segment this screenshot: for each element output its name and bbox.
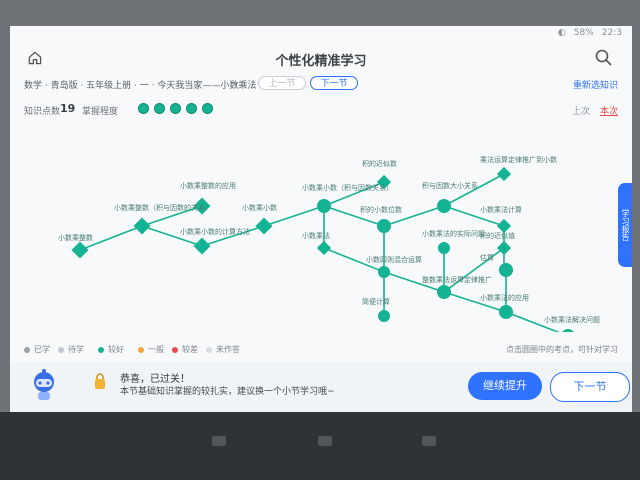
node-label: 估算 <box>480 253 494 262</box>
battery-text: 58% <box>573 28 594 38</box>
graph-node-12[interactable] <box>378 266 390 278</box>
graph-node-17[interactable] <box>499 263 513 277</box>
medal-icon <box>170 103 181 114</box>
legend-dot <box>58 346 64 353</box>
graph-node-5[interactable] <box>317 199 331 213</box>
node-label: 整数乘法运算定律推广 <box>422 275 492 284</box>
nav-button-back <box>212 436 226 446</box>
success-message: 本节基础知识掌握的较扎实，建议换一个小节学习哦~ <box>120 387 335 397</box>
medal-icon <box>186 103 197 114</box>
mastery-medals <box>138 103 213 114</box>
stats-row: 知识点数 19 掌握程度 上次 本次 <box>10 98 632 120</box>
graph-node-1[interactable] <box>133 217 151 235</box>
legend-item-tolearn: 待学 <box>58 344 84 355</box>
chevron-down-icon[interactable]: ⌄ <box>232 78 240 88</box>
graph-node-3[interactable] <box>193 237 211 255</box>
learning-report-tab[interactable]: 学习报告 <box>618 183 632 267</box>
reset-knowledge-button[interactable]: 重新选知识 <box>573 78 618 91</box>
node-label: 小数乘法 <box>302 231 330 240</box>
tablet-bottom-bezel <box>0 412 640 480</box>
wifi-icon: ◐ <box>557 28 566 38</box>
breadcrumb-row: 数学 · 青岛版 · 五年级上册 · 一 · 今天我当家——小数乘法 ⌄ 上一节… <box>10 74 632 96</box>
graph-node-16[interactable] <box>496 240 512 256</box>
achievement-lock-icon <box>95 373 105 389</box>
legend-label: 已学 <box>34 345 50 354</box>
breadcrumb: 数学 · 青岛版 · 五年级上册 · 一 · 今天我当家——小数乘法 <box>24 81 257 91</box>
node-label: 小数乘小数 <box>242 203 277 212</box>
this-time-toggle[interactable]: 本次 <box>600 104 618 117</box>
graph-node-15[interactable] <box>378 310 390 322</box>
graph-node-10[interactable] <box>496 166 512 182</box>
last-time-toggle[interactable]: 上次 <box>572 104 590 117</box>
status-bar: ◐ 58% 22:3 <box>558 28 622 38</box>
node-label: 积的小数位数 <box>360 205 402 214</box>
node-label: 小数乘小数的计算方法 <box>180 227 250 236</box>
node-label: 积的近似数 <box>362 159 397 168</box>
node-label: 小数四则混合运算 <box>366 255 422 264</box>
graph-node-9[interactable] <box>437 199 451 213</box>
node-label: 小数乘整数的应用 <box>180 181 236 190</box>
node-label: 小数乘整数 <box>58 233 93 242</box>
legend-label: 一般 <box>148 345 164 354</box>
next-section-button-footer[interactable]: 下一节 <box>550 372 630 402</box>
footer: 恭喜，已过关！ 本节基础知识掌握的较扎实，建议换一个小节学习哦~ 继续提升 下一… <box>10 362 632 412</box>
prev-section-button[interactable]: 上一节 <box>258 76 306 90</box>
page-title: 个性化精准学习 <box>275 54 367 69</box>
node-label: 小数乘小数（积与因数关系） <box>302 183 393 192</box>
nav-button-recent <box>422 436 436 446</box>
graph-node-0[interactable] <box>71 241 89 259</box>
knowledge-count-value: 19 <box>60 102 76 115</box>
mastery-label: 掌握程度 <box>82 107 119 117</box>
medal-icon <box>202 103 213 114</box>
robot-mascot-icon <box>34 369 54 400</box>
legend-item-learned: 已学 <box>24 344 50 355</box>
legend-item-poor: 较差 <box>172 344 198 355</box>
legend-label: 较好 <box>108 345 124 354</box>
node-label: 乘法运算定律推广到小数 <box>480 155 557 164</box>
graph-hint: 点击圆圈中的考点，可针对学习 <box>506 345 618 354</box>
knowledge-count-label: 知识点数 <box>24 107 61 117</box>
nav-button-home <box>318 436 332 446</box>
graph-node-14[interactable] <box>437 285 451 299</box>
legend-dot <box>206 346 212 353</box>
graph-node-4[interactable] <box>255 217 273 235</box>
legend-dot <box>24 346 30 353</box>
node-label: 小数乘法的实际问题 <box>422 229 485 238</box>
legend-dot <box>138 346 144 353</box>
graph-node-19[interactable] <box>561 329 575 332</box>
legend-item-unanswered: 未作答 <box>206 344 240 355</box>
graph-node-13[interactable] <box>438 242 450 254</box>
knowledge-graph: 小数乘整数 小数乘整数（积与因数的关系） 小数乘整数的应用 小数乘小数的计算方法… <box>58 155 600 332</box>
time-text: 22:3 <box>601 28 622 38</box>
legend-dot <box>98 346 104 353</box>
legend-item-good: 较好 <box>98 344 124 355</box>
node-label: 小数乘法解决问题 <box>544 315 600 324</box>
node-label: 积的近似值 <box>480 231 515 240</box>
app-screen: ◐ 58% 22:3 个性化精准学习 数学 · 青岛版 · 五年级上册 · 一 … <box>10 26 632 412</box>
graph-labels: 小数乘整数 小数乘整数（积与因数的关系） 小数乘整数的应用 小数乘小数的计算方法… <box>58 155 600 324</box>
graph-node-7[interactable] <box>377 219 391 233</box>
legend-label: 待学 <box>68 345 84 354</box>
next-section-button[interactable]: 下一节 <box>310 76 358 90</box>
continue-improve-button[interactable]: 继续提升 <box>468 372 542 400</box>
node-label: 积与因数大小关系 <box>422 181 478 190</box>
medal-icon <box>154 103 165 114</box>
header: 个性化精准学习 <box>10 44 632 72</box>
legend-label: 较差 <box>182 345 198 354</box>
node-label: 小数乘整数（积与因数的关系） <box>114 203 212 212</box>
medal-icon <box>138 103 149 114</box>
legend: 已学 待学 较好 一般 较差 未作答 点击圆圈中的考点，可针对学习 <box>10 342 632 358</box>
legend-label: 未作答 <box>216 345 240 354</box>
legend-dot <box>172 346 178 353</box>
graph-node-18[interactable] <box>499 305 513 319</box>
graph-node-8[interactable] <box>316 240 332 256</box>
success-title: 恭喜，已过关！ <box>120 374 190 385</box>
legend-item-average: 一般 <box>138 344 164 355</box>
search-icon[interactable] <box>594 48 614 68</box>
graph-node-11[interactable] <box>496 218 512 234</box>
node-label: 简便计算 <box>362 297 390 306</box>
node-label: 小数乘法的应用 <box>480 293 529 302</box>
node-label: 小数乘法计算 <box>480 205 522 214</box>
